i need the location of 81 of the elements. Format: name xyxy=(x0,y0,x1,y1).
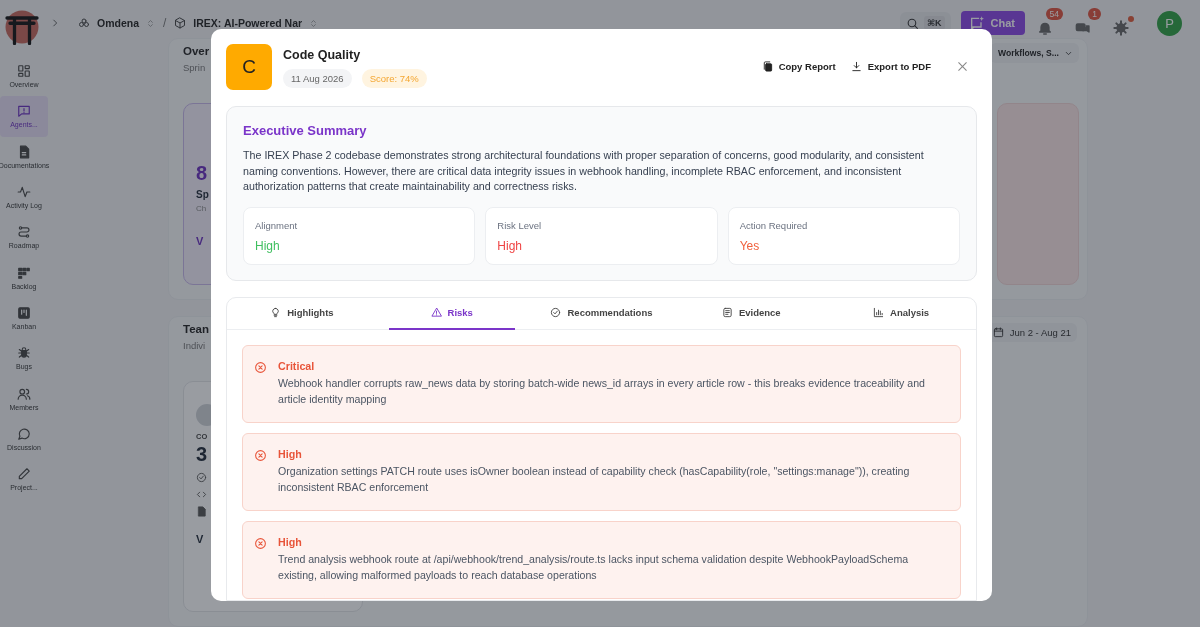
copy-icon xyxy=(761,61,773,72)
tab[interactable]: Analysis xyxy=(838,297,964,330)
metric-value: High xyxy=(497,238,523,253)
severity-label: High xyxy=(278,447,303,460)
count-badge: 54 xyxy=(1045,8,1063,20)
dialog-title: Code Quality xyxy=(283,48,362,62)
date-chip: 11 Aug 2026 xyxy=(283,69,352,88)
risk-text: Webhook handler corrupts raw_news data by storing batch-wide news_id arrays in every article row - this breaks evidence traceability and article identity mapping xyxy=(278,375,926,407)
count-badge: 1 xyxy=(1088,8,1101,20)
error-circle-icon xyxy=(254,448,267,462)
speech-bubble-icon xyxy=(17,426,31,441)
metric-value: Yes xyxy=(739,238,761,253)
stat-title: Sp xyxy=(196,189,209,200)
notification-button[interactable]: 1 xyxy=(1073,8,1101,38)
shortcut-key: ⌘K xyxy=(923,16,945,30)
tab[interactable]: Evidence xyxy=(688,297,815,330)
code-icon xyxy=(196,489,207,500)
cube-icon xyxy=(174,17,187,29)
tab[interactable]: Recommendations xyxy=(538,297,665,330)
tab[interactable]: Highlights xyxy=(239,297,365,330)
check-circle-icon xyxy=(196,472,207,483)
warning-icon xyxy=(430,307,442,319)
metric-label: Alignment xyxy=(255,219,299,231)
bug-icon xyxy=(17,346,31,361)
stat-value: 8 xyxy=(196,162,208,185)
risk-text: Organization settings PATCH route uses isOwner boolean instead of capability check (hasCapability(role, "settings:manage")), creating inconsistent RBAC enforcement xyxy=(278,463,911,495)
section-subtitle: Sprin xyxy=(183,62,207,73)
metric-label: Action Required xyxy=(739,219,809,231)
section-title: Tean xyxy=(183,323,209,335)
notification-button[interactable]: 54 xyxy=(1035,8,1063,38)
tab[interactable]: Risks xyxy=(388,297,515,330)
breadcrumb-selector[interactable]: Omdena xyxy=(78,17,155,29)
risk-text: Trend analysis webhook route at /api/webhook/trend_analysis/route.ts lacks input schema validation despite WebhookPayloadSchema existing, allowing malformed payloads to reach database operations xyxy=(278,551,910,583)
chat-button[interactable]: Chat xyxy=(960,11,1025,35)
document-lines-icon xyxy=(721,307,733,319)
view-link[interactable]: V xyxy=(196,235,204,247)
summary-text: The IREX Phase 2 codebase demonstrates strong architectural foundations with proper separation of concerns, good modularity, and consistent naming conventions. However, there are critical data integrity issues in webhook handling, incomplete RBAC enforcement, and inconsistent authorization patterns that create maintainability and correctness risks. xyxy=(243,148,925,195)
metric-label: Risk Level xyxy=(497,219,543,231)
route-icon xyxy=(17,225,31,240)
breadcrumb-separator: / xyxy=(163,16,167,30)
bell-icon xyxy=(1037,20,1053,36)
pulse-icon xyxy=(17,185,31,200)
status-dot-icon xyxy=(1128,16,1134,22)
torii-logo[interactable] xyxy=(4,9,40,45)
check-circle-icon xyxy=(550,307,562,319)
severity-label: Critical xyxy=(278,359,316,372)
cloud-cluster-icon xyxy=(78,17,90,29)
bar-chart-icon xyxy=(873,307,885,319)
calendar-icon xyxy=(992,327,1004,338)
chevron-right-icon[interactable] xyxy=(50,18,60,28)
settings-icon xyxy=(1113,20,1129,36)
copy-report-button[interactable]: Copy Report xyxy=(761,61,836,72)
view-link[interactable]: V xyxy=(196,533,204,545)
export-button[interactable]: Export to PDF xyxy=(850,61,931,72)
users-icon xyxy=(17,386,31,401)
message-alert-icon xyxy=(17,104,31,119)
score-chip: Score: 74% xyxy=(361,69,427,88)
metric-value: 3 xyxy=(196,443,208,466)
grid-icon xyxy=(17,64,31,79)
error-circle-icon xyxy=(254,360,267,374)
severity-label: High xyxy=(278,535,303,548)
pencil-icon xyxy=(17,467,31,482)
metric-value: High xyxy=(255,238,281,253)
kanban-icon xyxy=(17,305,31,320)
section-subtitle: Indivi xyxy=(183,340,207,351)
close-button[interactable] xyxy=(956,60,969,73)
lightbulb-icon xyxy=(270,307,282,319)
summary-title: Executive Summary xyxy=(243,123,368,138)
document-icon xyxy=(196,506,207,517)
up-down-chevron-icon xyxy=(309,18,319,28)
error-circle-icon xyxy=(254,536,267,550)
section-title: Over xyxy=(183,45,210,57)
breadcrumb-selector[interactable]: IREX: AI-Powered Nar xyxy=(174,17,319,29)
grade-avatar: C xyxy=(226,44,272,90)
close-icon xyxy=(956,60,969,73)
up-down-chevron-icon xyxy=(146,18,155,28)
search-icon xyxy=(905,16,919,30)
filter-dropdown[interactable]: Workflows, S... xyxy=(990,43,1079,63)
document-icon xyxy=(17,144,31,159)
download-icon xyxy=(850,61,862,72)
blocks-icon xyxy=(17,265,31,280)
